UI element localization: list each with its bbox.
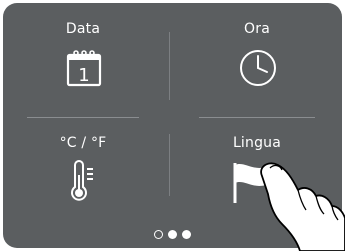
pointing-hand-icon [260, 162, 345, 251]
